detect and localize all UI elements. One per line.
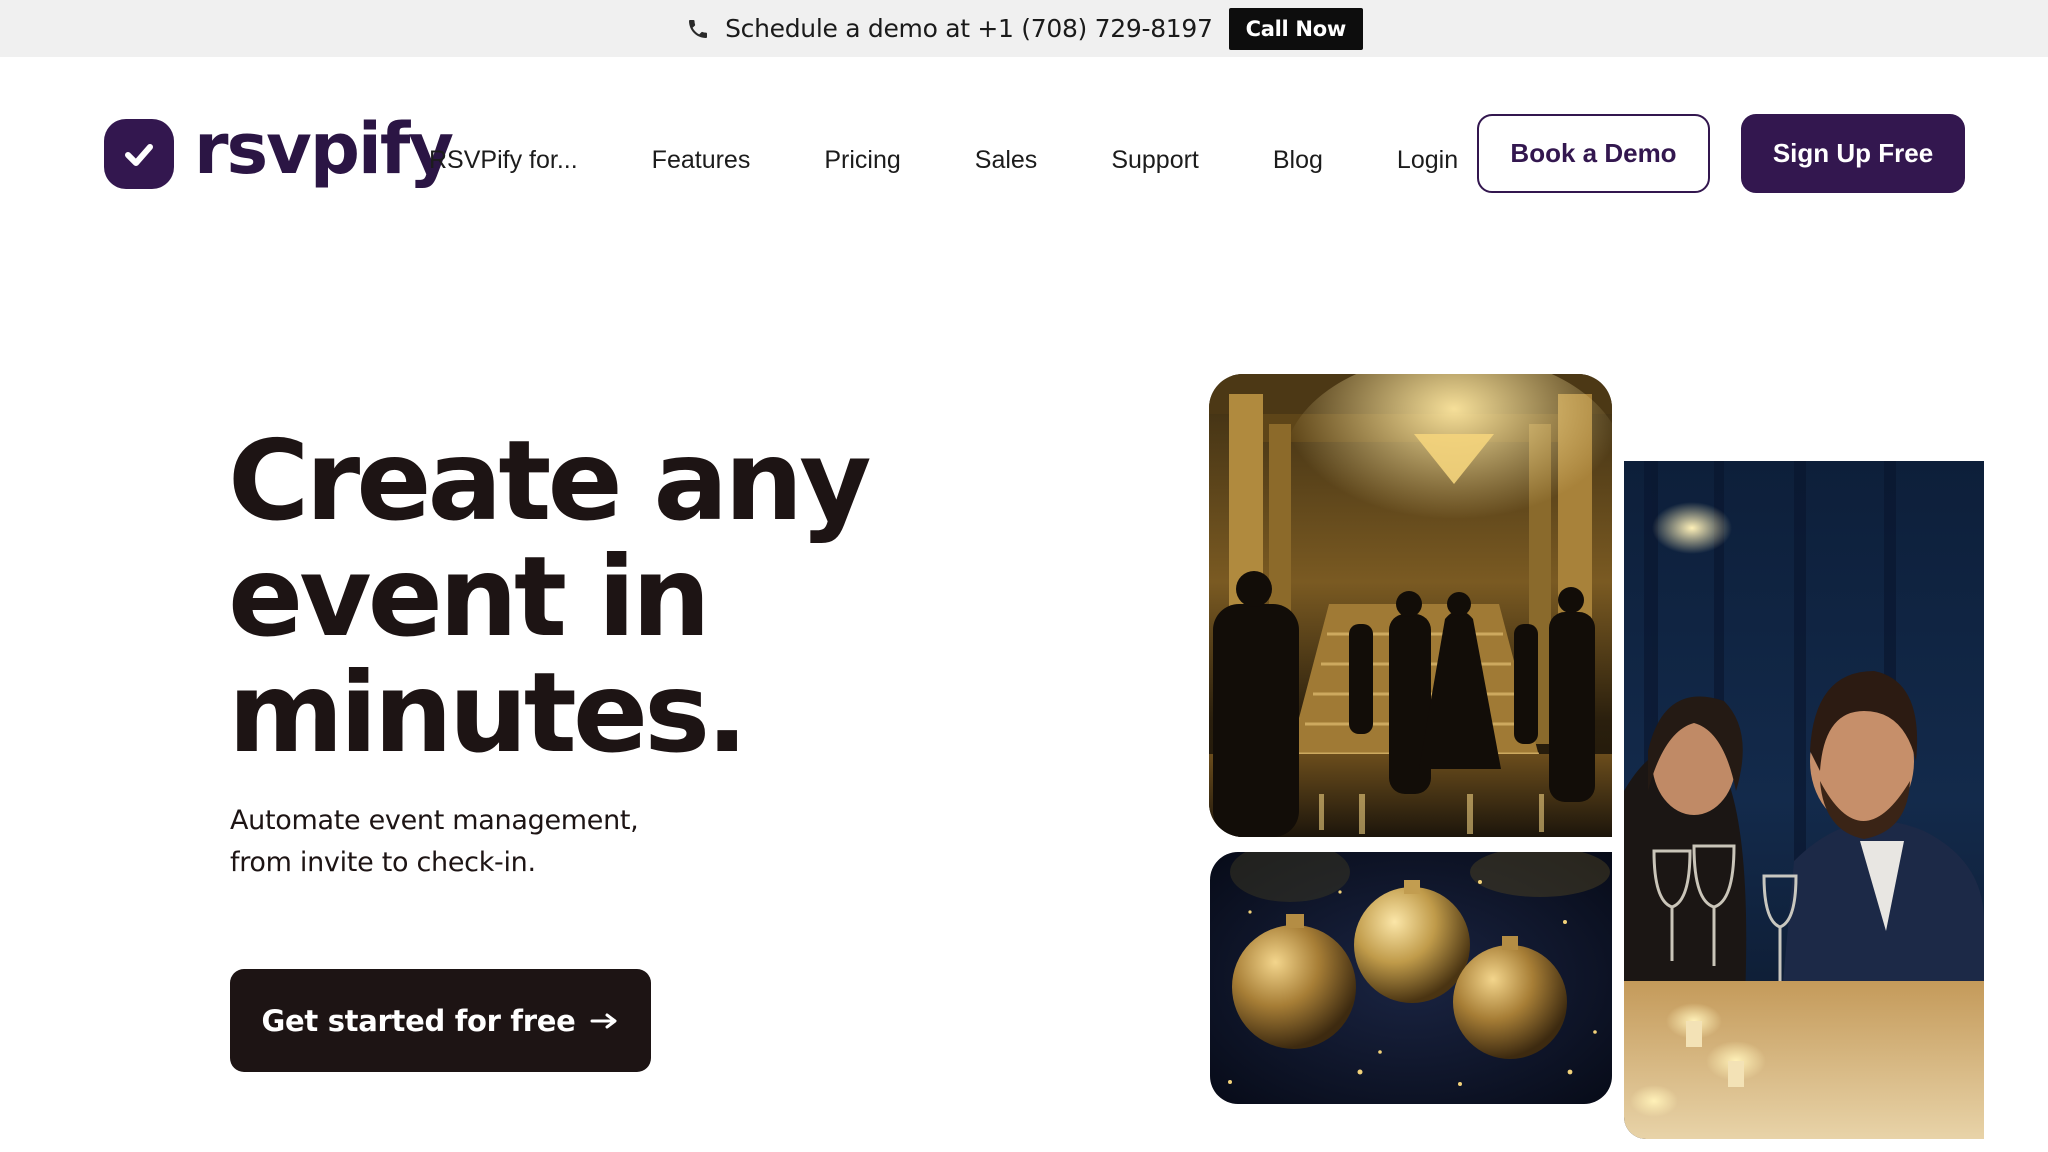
checkmark-icon xyxy=(104,119,174,189)
phone-icon xyxy=(685,16,711,42)
hero-subtitle-line: from invite to check-in. xyxy=(230,847,536,878)
hero-title: Create any event in minutes. xyxy=(228,424,928,772)
book-demo-button[interactable]: Book a Demo xyxy=(1477,114,1710,193)
nav-support[interactable]: Support xyxy=(1111,146,1199,175)
hero-subtitle: Automate event management, from invite t… xyxy=(230,800,750,884)
ballroom-gala-photo xyxy=(1209,374,1612,837)
hero-title-line: minutes. xyxy=(228,649,748,778)
ornaments-photo xyxy=(1210,852,1612,1104)
nav-sales[interactable]: Sales xyxy=(975,146,1038,175)
hero-title-line: Create any xyxy=(228,417,872,546)
arrow-right-icon xyxy=(590,1004,620,1038)
nav-blog[interactable]: Blog xyxy=(1273,146,1323,175)
nav-pricing[interactable]: Pricing xyxy=(824,146,900,175)
nav-rsvpify-for[interactable]: RSVPify for... xyxy=(429,146,578,175)
hero-title-line: event in xyxy=(228,533,711,662)
get-started-button[interactable]: Get started for free xyxy=(230,969,651,1072)
demo-phone-text: Schedule a demo at +1 (708) 729-8197 xyxy=(725,14,1213,43)
get-started-label: Get started for free xyxy=(261,1003,576,1038)
nav-features[interactable]: Features xyxy=(652,146,751,175)
logo-wordmark: rsvpify xyxy=(194,108,454,190)
hero-subtitle-line: Automate event management, xyxy=(230,805,639,836)
main-nav: RSVPify for... Features Pricing Sales Su… xyxy=(429,137,1458,183)
announcement-bar: Schedule a demo at +1 (708) 729-8197 Cal… xyxy=(0,0,2048,57)
dinner-party-photo xyxy=(1624,461,1984,1139)
sign-up-free-button[interactable]: Sign Up Free xyxy=(1741,114,1965,193)
call-now-button[interactable]: Call Now xyxy=(1228,7,1363,50)
site-header: rsvpify RSVPify for... Features Pricing … xyxy=(0,57,2048,247)
nav-login[interactable]: Login xyxy=(1397,146,1458,175)
rsvpify-logo[interactable]: rsvpify xyxy=(104,114,454,189)
